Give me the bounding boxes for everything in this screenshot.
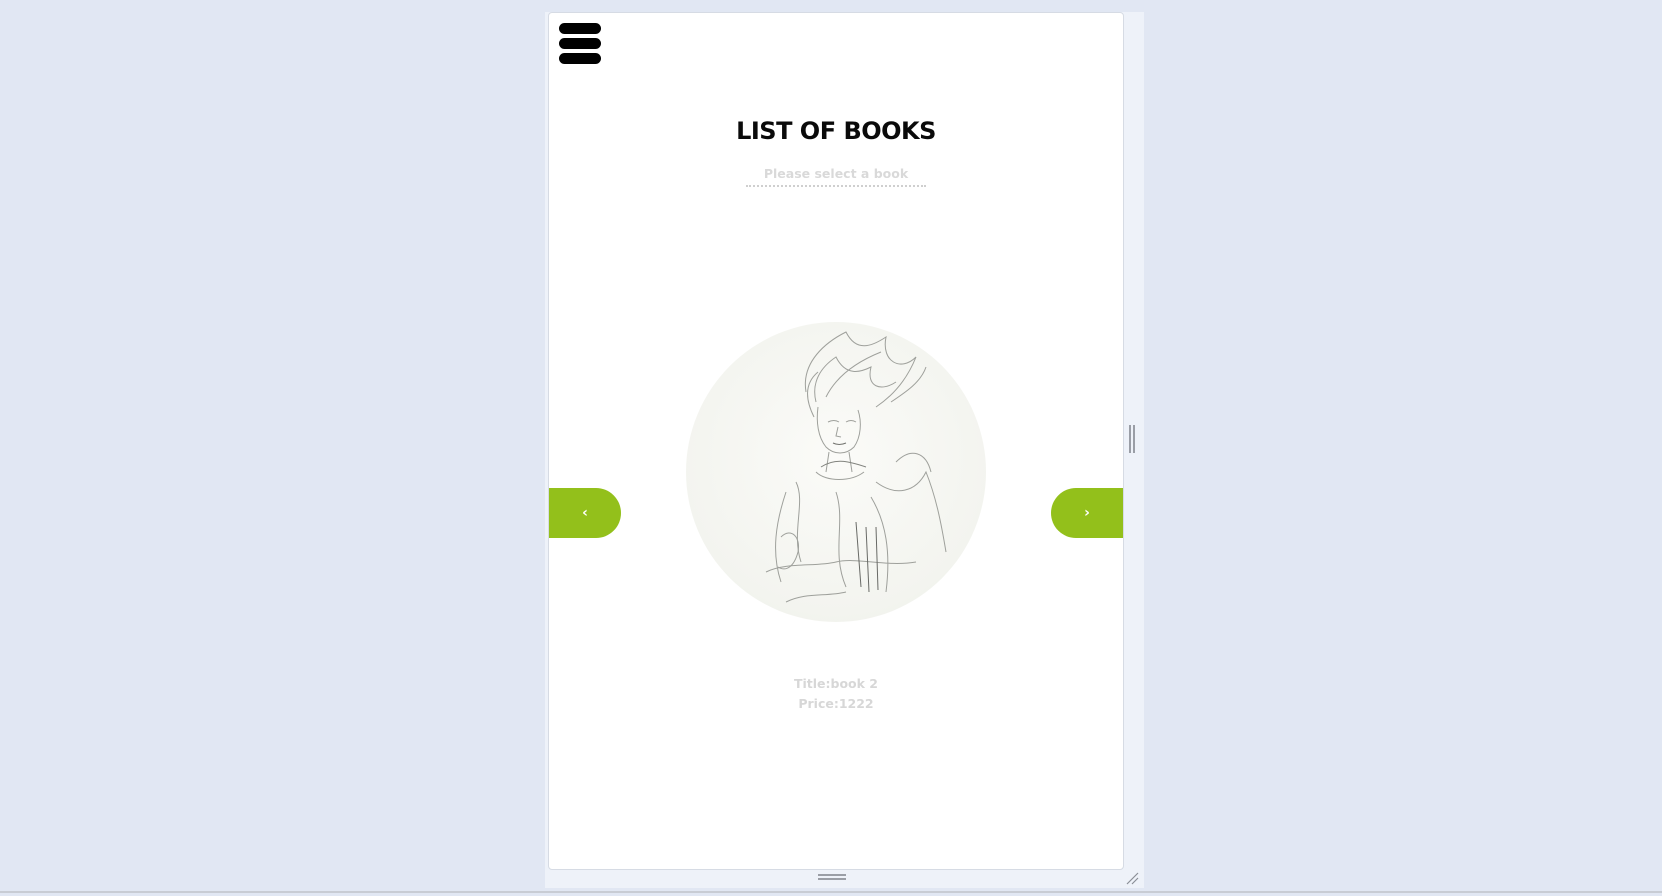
chevron-right-icon: ›: [1084, 505, 1090, 521]
book-title-text: Title:book 2: [793, 676, 879, 691]
resizable-device-frame: LIST OF BOOKS Please select a book ‹ › T…: [545, 12, 1144, 888]
title-divider: [746, 185, 926, 187]
book-price-text: Price:1222: [798, 696, 874, 711]
book-cover-image[interactable]: [686, 322, 986, 622]
page-subtitle: Please select a book: [763, 166, 909, 181]
device-screen: LIST OF BOOKS Please select a book ‹ › T…: [548, 12, 1124, 870]
bottom-border: [0, 891, 1662, 893]
menu-bar-bottom: [559, 53, 601, 64]
height-resize-handle[interactable]: [818, 874, 846, 880]
chevron-left-icon: ‹: [582, 505, 588, 521]
sketch-portrait-image: [765, 331, 947, 603]
menu-bar-top: [559, 23, 601, 34]
menu-bar-middle: [559, 38, 601, 49]
hamburger-menu-icon[interactable]: [559, 23, 601, 65]
previous-book-button[interactable]: ‹: [549, 488, 621, 538]
next-book-button[interactable]: ›: [1051, 488, 1123, 538]
resize-grip-icon: [1126, 872, 1139, 885]
width-resize-handle[interactable]: [1129, 425, 1135, 453]
page-title: LIST OF BOOKS: [736, 117, 936, 145]
corner-resize-handle-icon[interactable]: [1125, 870, 1139, 885]
